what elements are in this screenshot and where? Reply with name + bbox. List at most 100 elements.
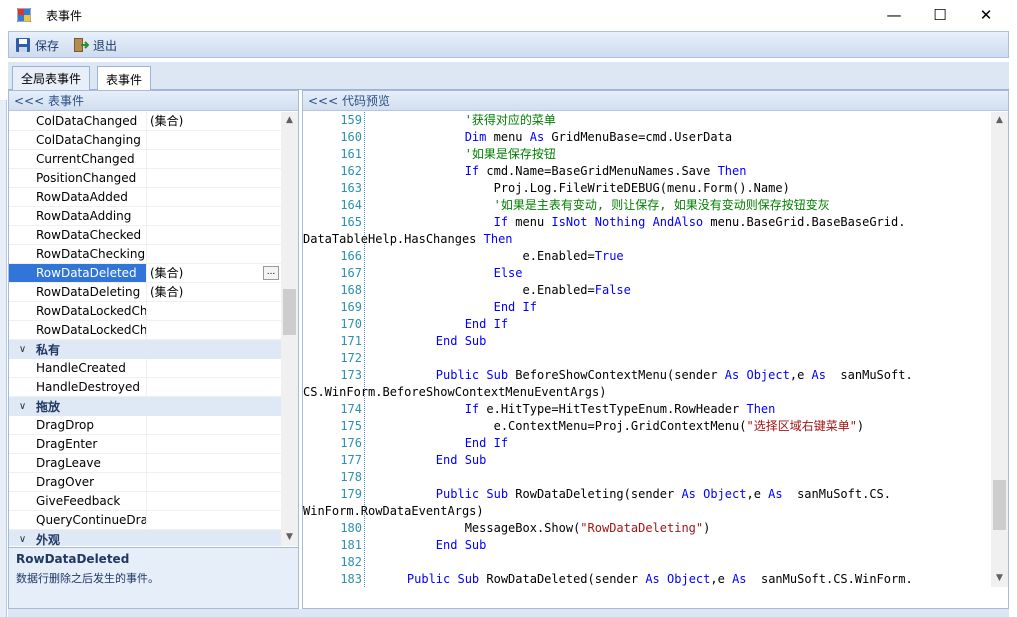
code-scrollbar[interactable]: ▲ ▼ xyxy=(991,112,1008,587)
property-value[interactable] xyxy=(147,207,281,225)
property-name[interactable]: HandleDestroyed xyxy=(9,378,147,396)
code-line: 178 xyxy=(303,469,991,486)
line-number: 165 xyxy=(340,215,362,229)
scroll-down-icon[interactable]: ▼ xyxy=(991,570,1008,587)
property-row[interactable]: RowDataAdded xyxy=(9,188,281,207)
code-line: 170 End If xyxy=(303,316,991,333)
property-value[interactable]: (集合) xyxy=(147,112,281,130)
property-scrollbar[interactable]: ▲ ▼ xyxy=(281,112,298,546)
property-name[interactable]: RowDataLockedCh xyxy=(9,302,147,320)
scroll-up-icon[interactable]: ▲ xyxy=(281,112,298,129)
property-value[interactable] xyxy=(147,169,281,187)
property-name[interactable]: DragOver xyxy=(9,473,147,491)
property-row[interactable]: CurrentChanged xyxy=(9,150,281,169)
property-name[interactable]: PositionChanged xyxy=(9,169,147,187)
code-text: DataTableHelp.HasChanges Then xyxy=(303,232,513,246)
property-category[interactable]: ∨ 私有 xyxy=(9,340,281,359)
property-category[interactable]: ∨ 外观 xyxy=(9,530,281,546)
property-row[interactable]: RowDataLockedCh xyxy=(9,302,281,321)
code-line: 173 Public Sub BeforeShowContextMenu(sen… xyxy=(303,367,991,384)
property-name[interactable]: QueryContinueDra xyxy=(9,511,147,529)
property-row[interactable]: ColDataChanged (集合) xyxy=(9,112,281,131)
code-preview-header[interactable]: <<< 代码预览 xyxy=(303,91,1008,111)
property-row[interactable]: RowDataDeleted (集合)... xyxy=(9,264,281,283)
maximize-button[interactable]: ☐ xyxy=(917,0,963,30)
scroll-down-icon[interactable]: ▼ xyxy=(281,529,298,546)
chevron-down-icon[interactable]: ∨ xyxy=(9,401,36,412)
property-value[interactable] xyxy=(147,188,281,206)
code-text: e.ContextMenu=Proj.GridContextMenu("选择区域… xyxy=(378,419,865,433)
property-row[interactable]: RowDataAdding xyxy=(9,207,281,226)
property-row[interactable]: DragLeave xyxy=(9,454,281,473)
property-name[interactable]: DragLeave xyxy=(9,454,147,472)
property-name[interactable]: RowDataDeleting xyxy=(9,283,147,301)
property-value[interactable] xyxy=(147,131,281,149)
property-name[interactable]: DragEnter xyxy=(9,435,147,453)
property-value[interactable] xyxy=(147,511,281,529)
scroll-up-icon[interactable]: ▲ xyxy=(991,112,1008,129)
property-row[interactable]: RowDataChecking xyxy=(9,245,281,264)
property-value[interactable] xyxy=(147,416,281,434)
property-name[interactable]: RowDataChecked xyxy=(9,226,147,244)
property-value[interactable] xyxy=(147,359,281,377)
property-value[interactable] xyxy=(147,226,281,244)
property-panel-header[interactable]: <<< 表事件 xyxy=(9,91,298,111)
tab-table-events[interactable]: 表事件 xyxy=(97,66,152,91)
property-value[interactable] xyxy=(147,435,281,453)
property-value[interactable] xyxy=(147,321,281,339)
minimize-button[interactable]: — xyxy=(871,0,917,30)
property-row[interactable]: RowDataDeleting (集合) xyxy=(9,283,281,302)
property-row[interactable]: DragOver xyxy=(9,473,281,492)
property-name[interactable]: RowDataLockedCh xyxy=(9,321,147,339)
property-row[interactable]: DragEnter xyxy=(9,435,281,454)
property-value[interactable] xyxy=(147,378,281,396)
ellipsis-button[interactable]: ... xyxy=(263,266,279,280)
property-value[interactable] xyxy=(147,454,281,472)
property-name[interactable]: DragDrop xyxy=(9,416,147,434)
save-button[interactable]: 保存 xyxy=(15,34,59,56)
property-name[interactable]: RowDataAdding xyxy=(9,207,147,225)
property-row[interactable]: ColDataChanging xyxy=(9,131,281,150)
code-preview-panel: <<< 代码预览 159 '获得对应的菜单 160 Dim menu As Gri… xyxy=(302,90,1009,609)
code-editor[interactable]: 159 '获得对应的菜单 160 Dim menu As GridMenuBase… xyxy=(303,112,991,587)
code-text: End Sub xyxy=(435,453,487,467)
property-value[interactable] xyxy=(147,302,281,320)
property-name[interactable]: RowDataChecking xyxy=(9,245,147,263)
scroll-thumb[interactable] xyxy=(993,480,1006,530)
scroll-thumb[interactable] xyxy=(283,289,296,335)
property-name[interactable]: ColDataChanging xyxy=(9,131,147,149)
code-text: End If xyxy=(464,436,509,450)
close-button[interactable]: ✕ xyxy=(963,0,1009,30)
property-name[interactable]: RowDataDeleted xyxy=(9,264,147,282)
chevron-down-icon[interactable]: ∨ xyxy=(9,534,36,545)
property-row[interactable]: HandleCreated xyxy=(9,359,281,378)
property-value[interactable]: (集合) xyxy=(147,283,281,301)
property-row[interactable]: DragDrop xyxy=(9,416,281,435)
exit-button[interactable]: 退出 xyxy=(73,34,117,56)
property-row[interactable]: HandleDestroyed xyxy=(9,378,281,397)
property-value[interactable]: (集合)... xyxy=(147,264,281,282)
close-icon: ✕ xyxy=(979,6,993,24)
property-name[interactable]: GiveFeedback xyxy=(9,492,147,510)
minimize-icon: — xyxy=(886,6,902,24)
property-name[interactable]: CurrentChanged xyxy=(9,150,147,168)
property-row[interactable]: RowDataLockedCh xyxy=(9,321,281,340)
property-name[interactable]: HandleCreated xyxy=(9,359,147,377)
code-text: CS.WinForm.BeforeShowContextMenuEventArg… xyxy=(303,385,607,399)
property-value[interactable] xyxy=(147,492,281,510)
property-row[interactable]: QueryContinueDra xyxy=(9,511,281,530)
property-row[interactable]: RowDataChecked xyxy=(9,226,281,245)
property-value[interactable] xyxy=(147,245,281,263)
property-name[interactable]: ColDataChanged xyxy=(9,112,147,130)
property-value[interactable] xyxy=(147,150,281,168)
property-name[interactable]: RowDataAdded xyxy=(9,188,147,206)
property-row[interactable]: PositionChanged xyxy=(9,169,281,188)
toolbar: 保存 退出 xyxy=(8,31,1009,58)
property-category[interactable]: ∨ 拖放 xyxy=(9,397,281,416)
tab-global-table-events[interactable]: 全局表事件 xyxy=(12,66,91,90)
property-value[interactable] xyxy=(147,473,281,491)
chevron-down-icon[interactable]: ∨ xyxy=(9,344,36,355)
code-text: If e.HitType=HitTestTypeEnum.RowHeader T… xyxy=(464,402,776,416)
line-number: 181 xyxy=(340,538,362,552)
property-row[interactable]: GiveFeedback xyxy=(9,492,281,511)
